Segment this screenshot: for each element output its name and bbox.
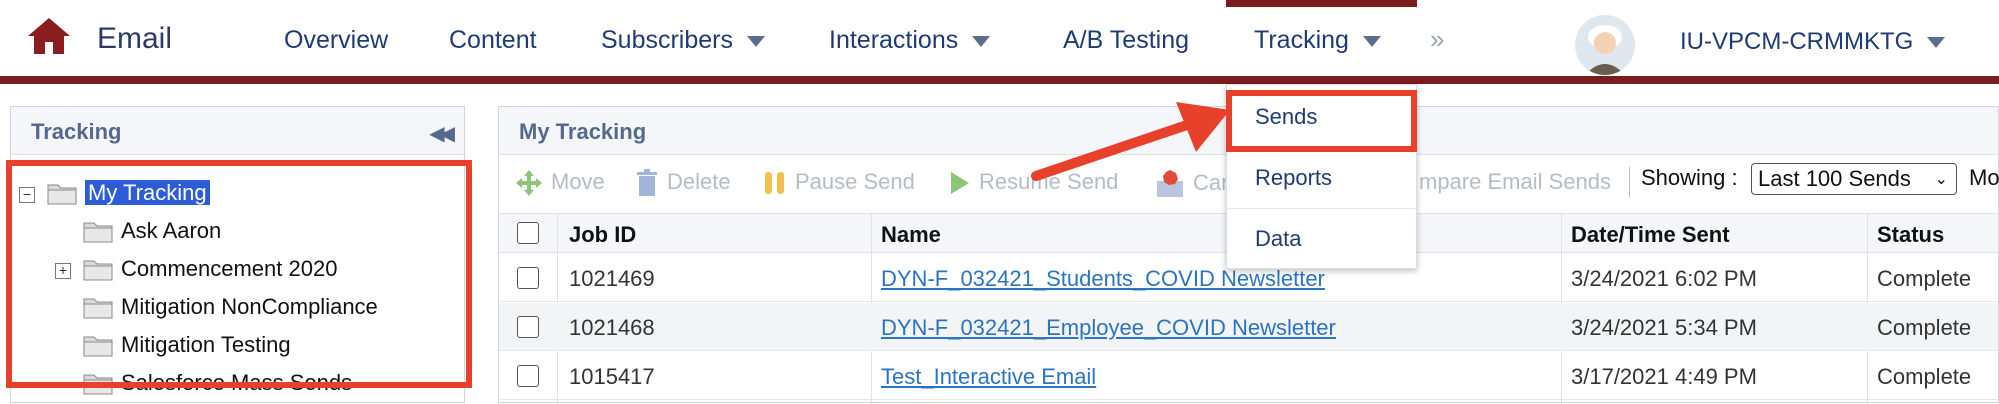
pause-send-button[interactable]: Pause Send — [763, 169, 915, 197]
pause-send-label: Pause Send — [795, 169, 915, 194]
job-id-cell: 1021469 — [569, 266, 655, 291]
showing-select[interactable]: Last 100 Sends ⌄ — [1751, 163, 1957, 195]
date-sent-cell: 3/24/2021 5:34 PM — [1571, 315, 1757, 340]
user-avatar-icon — [1575, 15, 1635, 75]
status-cell: Complete — [1877, 315, 1972, 340]
table-row[interactable]: 1021468 DYN-F_032421_Employee_COVID News… — [499, 303, 1998, 351]
home-icon[interactable] — [26, 16, 72, 56]
move-icon — [516, 170, 542, 197]
more-toolbar-label[interactable]: Mo — [1969, 165, 1999, 191]
chevron-down-icon: ⌄ — [1934, 171, 1948, 188]
move-button[interactable]: Move — [515, 169, 605, 197]
row-checkbox[interactable] — [517, 316, 539, 338]
user-name: IU-VPCM-CRMMKTG — [1680, 28, 1914, 55]
row-checkbox[interactable] — [517, 365, 539, 387]
more-nav-button[interactable]: » — [1430, 24, 1444, 55]
nav-interactions[interactable]: Interactions — [829, 26, 991, 55]
table-row[interactable]: 1015417 Test_Interactive Email 3/17/2021… — [499, 352, 1998, 400]
delete-label: Delete — [667, 169, 731, 194]
panel-title: Tracking — [31, 119, 122, 144]
nav-overview[interactable]: Overview — [284, 26, 388, 55]
tree-highlight-box — [6, 160, 472, 388]
chevron-down-icon — [972, 35, 991, 47]
status-cell: Complete — [1877, 364, 1972, 389]
nav-tracking-label: Tracking — [1254, 26, 1349, 54]
trash-icon — [637, 169, 657, 197]
delete-button[interactable]: Delete — [635, 169, 731, 197]
panel-header: Tracking ◀◀ — [11, 107, 464, 155]
job-id-cell: 1015417 — [569, 364, 655, 389]
avatar[interactable] — [1575, 15, 1635, 75]
toolbar-divider — [1629, 167, 1630, 197]
nav-tracking-tab[interactable]: Tracking — [1226, 0, 1417, 76]
chevron-down-icon — [747, 35, 765, 47]
nav-tracking[interactable]: Tracking — [1254, 26, 1381, 55]
play-icon — [951, 172, 969, 195]
annotation-arrow-icon — [1031, 102, 1230, 181]
nav-subscribers[interactable]: Subscribers — [601, 26, 765, 55]
date-sent-cell: 3/24/2021 6:02 PM — [1571, 266, 1757, 291]
select-all-checkbox[interactable] — [517, 222, 539, 244]
column-date-time-sent[interactable]: Date/Time Sent — [1571, 222, 1730, 248]
column-status[interactable]: Status — [1877, 222, 1944, 248]
app-title[interactable]: Email — [97, 22, 172, 56]
chevron-down-icon — [1362, 35, 1381, 47]
row-checkbox[interactable] — [517, 267, 539, 289]
user-menu[interactable]: IU-VPCM-CRMMKTG — [1680, 28, 1946, 56]
chevron-down-icon — [1927, 37, 1946, 49]
send-name-link[interactable]: DYN-F_032421_Employee_COVID Newsletter — [881, 315, 1336, 341]
top-navigation-bar: Email Overview Content Subscribers Inter… — [0, 0, 1999, 84]
nav-content[interactable]: Content — [449, 26, 537, 55]
status-cell: Complete — [1877, 266, 1972, 291]
nav-interactions-label: Interactions — [829, 26, 959, 54]
job-id-cell: 1021468 — [569, 315, 655, 340]
showing-label: Showing : — [1641, 165, 1738, 190]
nav-subscribers-label: Subscribers — [601, 26, 733, 54]
compare-email-sends-button[interactable]: mpare Email Sends — [1419, 169, 1611, 195]
menu-item-reports[interactable]: Reports — [1227, 148, 1416, 208]
pause-icon — [765, 172, 784, 195]
move-label: Move — [551, 169, 605, 194]
send-name-link[interactable]: Test_Interactive Email — [881, 364, 1096, 390]
nav-ab-testing[interactable]: A/B Testing — [1063, 26, 1189, 55]
menu-item-data[interactable]: Data — [1227, 209, 1416, 269]
column-job-id[interactable]: Job ID — [569, 222, 636, 248]
send-name-link[interactable]: DYN-F_032421_Students_COVID Newsletter — [881, 266, 1325, 292]
showing-select-value: Last 100 Sends — [1758, 166, 1911, 191]
panel-title: My Tracking — [519, 119, 647, 144]
collapse-panel-icon[interactable]: ◀◀ — [429, 121, 455, 146]
date-sent-cell: 3/17/2021 4:49 PM — [1571, 364, 1757, 389]
column-name[interactable]: Name — [881, 222, 941, 248]
sends-highlight-box — [1226, 90, 1417, 152]
